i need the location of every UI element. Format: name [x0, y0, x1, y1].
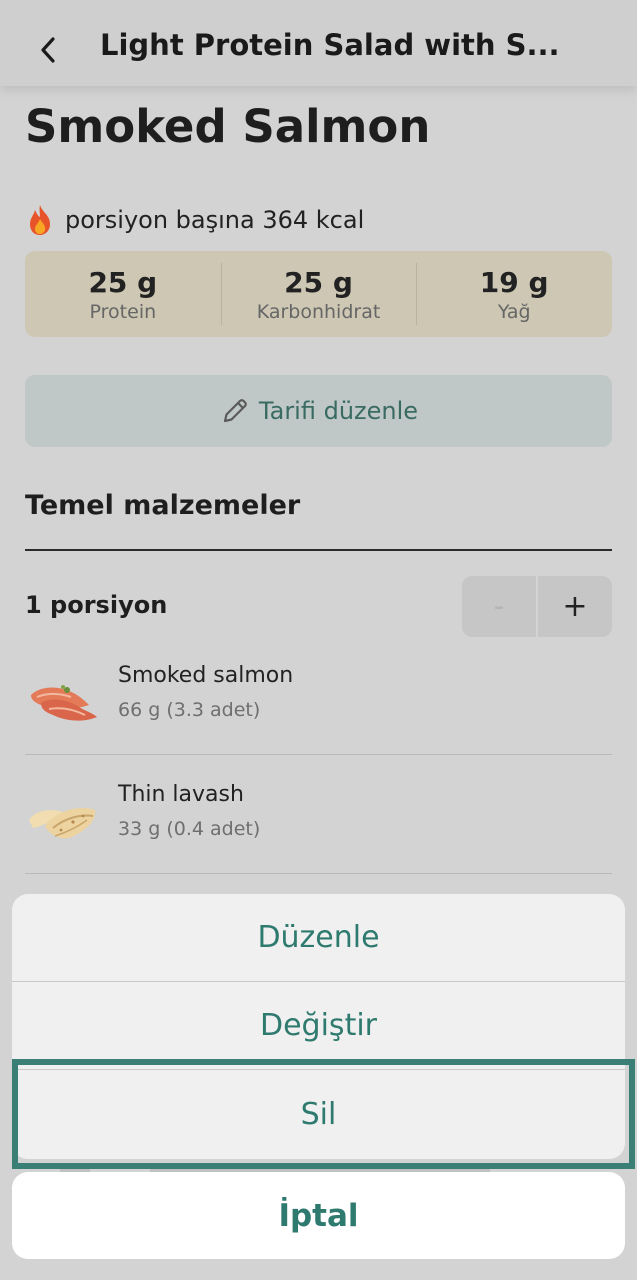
back-button[interactable]: [30, 30, 70, 70]
action-sheet: Düzenle Değiştir Sil: [12, 894, 625, 1159]
delete-action-label: Sil: [300, 1096, 337, 1132]
macro-label: Yağ: [497, 300, 531, 323]
kcal-per-serving: porsiyon başına 364 kcal: [65, 206, 365, 234]
macro-value: 25 g: [88, 265, 158, 299]
cancel-label: İptal: [278, 1197, 359, 1234]
edit-recipe-button[interactable]: Tarifi düzenle: [25, 375, 612, 447]
macro-value: 19 g: [479, 265, 549, 299]
delete-action[interactable]: Sil: [12, 1070, 625, 1158]
edit-action-label: Düzenle: [257, 920, 380, 955]
ingredient-row[interactable]: Smoked salmon 66 g (3.3 adet): [25, 637, 612, 755]
top-bar: Light Protein Salad with S...: [0, 0, 637, 86]
portion-count: 1 porsiyon: [25, 591, 168, 619]
page-title: Light Protein Salad with S...: [100, 28, 560, 62]
section-divider: [25, 549, 612, 551]
macro-summary: 25 g Protein 25 g Karbonhidrat 19 g Yağ: [25, 251, 612, 337]
macro-protein: 25 g Protein: [25, 251, 221, 337]
replace-action-label: Değiştir: [260, 1008, 377, 1043]
ingredient-name: Thin lavash: [118, 782, 244, 807]
fire-icon: [30, 205, 50, 235]
background-content: [60, 1163, 90, 1172]
edit-recipe-label: Tarifi düzenle: [258, 397, 419, 425]
ingredients-section-title: Temel malzemeler: [25, 490, 301, 521]
recipe-title: Smoked Salmon: [25, 100, 431, 153]
ingredient-amount: 33 g (0.4 adet): [118, 818, 261, 840]
ingredient-amount: 66 g (3.3 adet): [118, 699, 261, 721]
smoked-salmon-image: [31, 685, 97, 721]
chevron-left-icon: [41, 37, 55, 63]
recipe-page: Light Protein Salad with S... Smoked Sal…: [0, 0, 637, 1280]
macro-fat: 19 g Yağ: [416, 251, 612, 337]
background-content: [150, 1163, 490, 1172]
cancel-button[interactable]: İptal: [12, 1172, 625, 1259]
increase-portion-button[interactable]: +: [538, 576, 612, 637]
ingredient-name: Smoked salmon: [118, 663, 294, 688]
macro-carbohydrate: 25 g Karbonhidrat: [220, 251, 417, 337]
thin-lavash-image: [29, 807, 96, 839]
macro-label: Protein: [89, 300, 157, 323]
replace-action[interactable]: Değiştir: [12, 982, 625, 1070]
edit-action[interactable]: Düzenle: [12, 894, 625, 982]
macro-value: 25 g: [284, 265, 353, 299]
portion-stepper: - +: [462, 576, 612, 637]
kcal-row: porsiyon başına 364 kcal: [25, 202, 364, 238]
macro-label: Karbonhidrat: [256, 300, 381, 323]
decrease-portion-button[interactable]: -: [462, 576, 538, 637]
ingredient-row[interactable]: Thin lavash 33 g (0.4 adet): [25, 756, 612, 874]
pencil-icon: [223, 399, 247, 423]
